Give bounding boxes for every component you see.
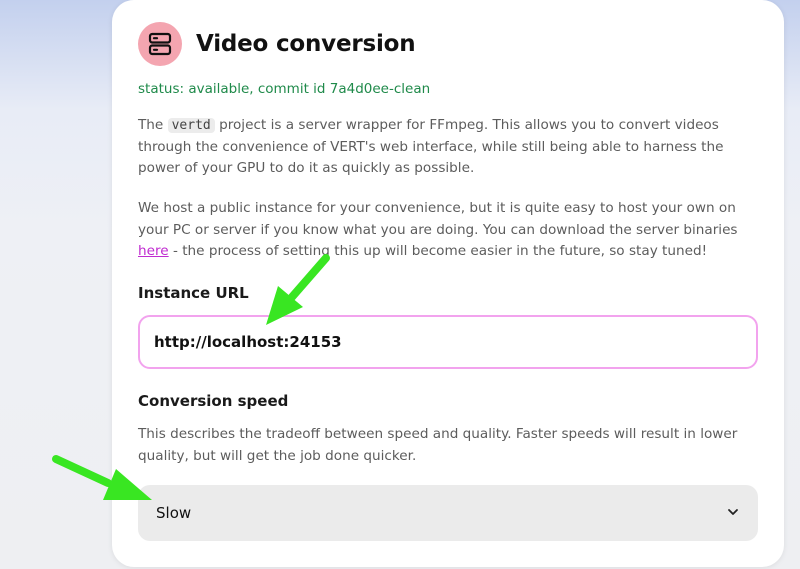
description-hosting: We host a public instance for your conve…	[138, 198, 762, 263]
page-title: Video conversion	[196, 31, 416, 57]
description-text: The	[138, 117, 168, 133]
instance-url-label: Instance URL	[138, 284, 249, 302]
code-vertd: vertd	[167, 118, 215, 133]
card-header: Video conversion	[138, 22, 416, 66]
chevron-down-icon	[726, 504, 740, 523]
description-text: We host a public instance for your conve…	[138, 200, 738, 238]
conversion-speed-value: Slow	[156, 504, 192, 522]
description-vertd: The vertd project is a server wrapper fo…	[138, 115, 762, 180]
server-icon	[138, 22, 182, 66]
instance-url-input[interactable]	[138, 315, 758, 369]
download-binaries-link[interactable]: here	[138, 243, 169, 259]
conversion-speed-description: This describes the tradeoff between spee…	[138, 426, 738, 464]
video-conversion-card: Video conversion status: available, comm…	[112, 0, 784, 567]
description-text: project is a server wrapper for FFmpeg. …	[138, 117, 724, 176]
status-text: status: available, commit id 7a4d0ee-cle…	[138, 81, 431, 97]
description-text: - the process of setting this up will be…	[168, 243, 708, 259]
conversion-speed-select[interactable]: Slow	[138, 485, 758, 541]
conversion-speed-label: Conversion speed	[138, 392, 289, 410]
